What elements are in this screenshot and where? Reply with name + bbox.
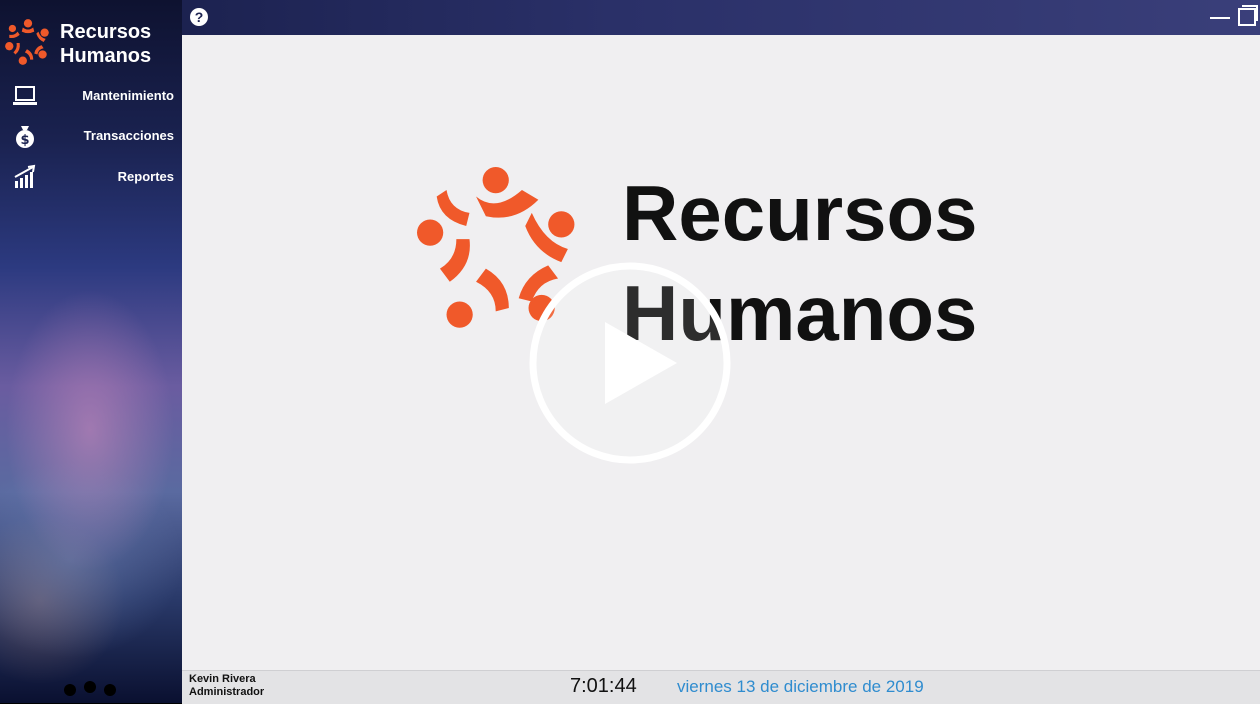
dot	[64, 684, 76, 696]
sidebar: Recursos Humanos Mantenimiento $ Transac…	[0, 0, 182, 703]
play-icon[interactable]	[527, 260, 733, 466]
clock: 7:01:44	[570, 675, 637, 697]
user-role: Administrador	[189, 686, 265, 698]
sidebar-item-reportes[interactable]: Reportes	[0, 160, 182, 194]
sidebar-item-mantenimiento[interactable]: Mantenimiento	[0, 79, 182, 113]
user-name: Kevin Rivera	[189, 673, 256, 685]
money-bag-icon: $	[16, 126, 34, 148]
status-bar: Kevin Rivera Administrador 7:01:44 viern…	[182, 670, 1260, 704]
laptop-icon	[13, 86, 37, 105]
people-circle-logo	[5, 19, 49, 65]
dot	[104, 684, 116, 696]
date-label: viernes 13 de diciembre de 2019	[677, 677, 924, 696]
brand-title: Recursos Humanos	[60, 20, 151, 68]
sidebar-item-label: Transacciones	[83, 128, 174, 143]
dot	[84, 681, 96, 693]
brand-title-line1: Recursos	[60, 21, 152, 43]
svg-text:$: $	[20, 133, 29, 148]
question-icon[interactable]: ?	[190, 8, 208, 26]
hero-title-line1: Recursos	[622, 169, 978, 257]
title-bar: ?	[182, 0, 1260, 35]
sidebar-item-label: Mantenimiento	[82, 88, 174, 103]
brand-title-line2: Humanos	[60, 45, 152, 67]
minimize-button[interactable]	[1210, 17, 1230, 19]
main-content: Recursos Humanos	[182, 35, 1260, 670]
maximize-button[interactable]	[1238, 5, 1258, 26]
dots-decoration	[62, 680, 122, 700]
brand: Recursos Humanos	[0, 12, 182, 72]
sidebar-item-label: Reportes	[117, 169, 174, 184]
bar-chart-icon	[14, 164, 36, 188]
sidebar-item-transacciones[interactable]: $ Transacciones	[0, 119, 182, 153]
